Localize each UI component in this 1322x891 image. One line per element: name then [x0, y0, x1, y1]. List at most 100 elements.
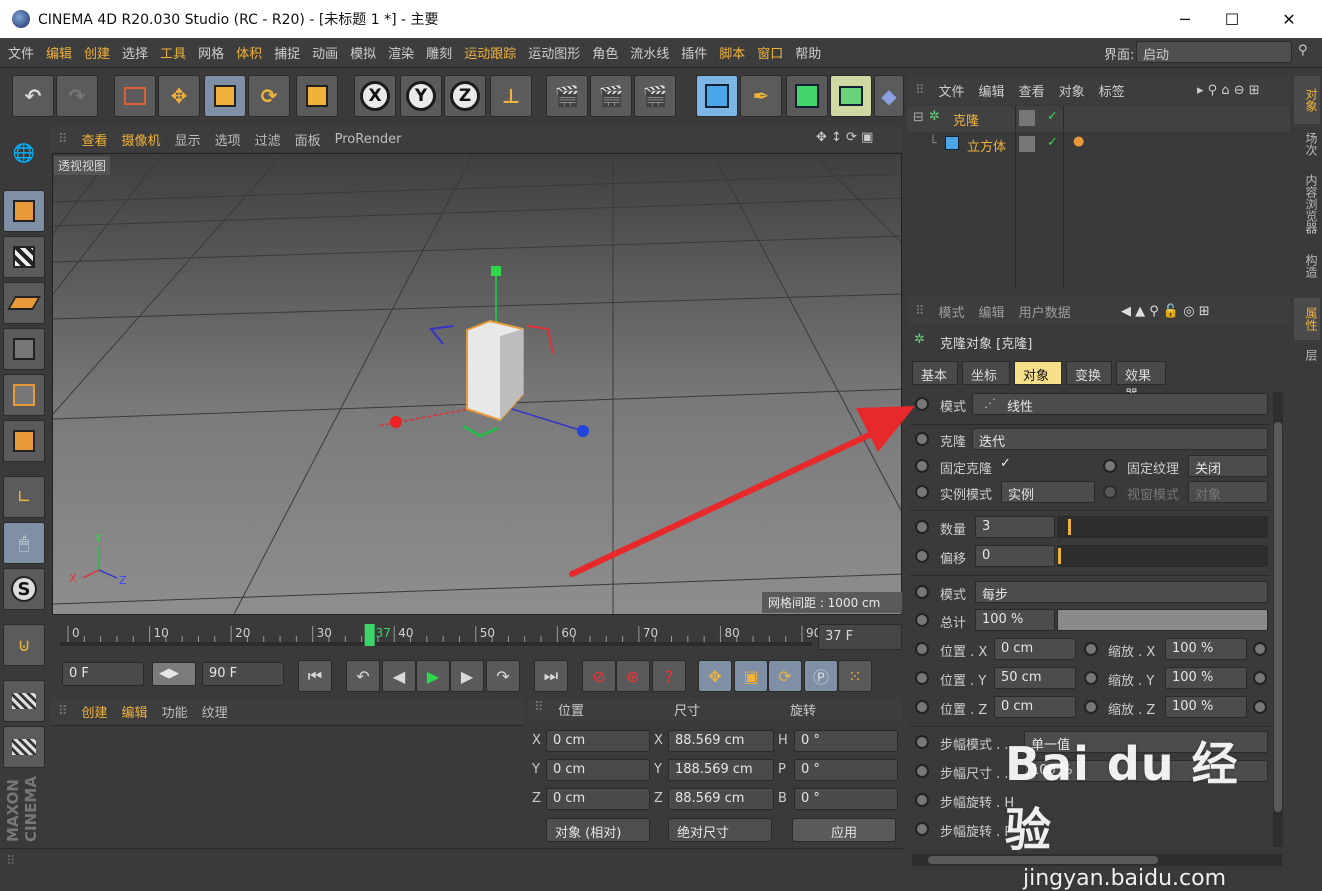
rotate-tool-icon[interactable]: ⟳ [248, 75, 290, 117]
count-field[interactable]: 3 [975, 516, 1055, 538]
size-mode-dropdown[interactable]: 绝对尺寸 [668, 818, 772, 842]
attr-menu-userdata[interactable]: 用户数据 [1019, 302, 1071, 321]
visibility-toggle[interactable] [1019, 136, 1035, 152]
enable-check-icon[interactable]: ✓ [1047, 135, 1058, 150]
scale-z-field[interactable]: 100 % [1165, 696, 1247, 718]
menu-help[interactable]: 帮助 [795, 43, 821, 62]
amount-slider[interactable] [1057, 609, 1268, 631]
menu-volume[interactable]: 体积 [236, 43, 262, 62]
current-frame-field[interactable]: 37 F [818, 624, 902, 650]
object-menu-file[interactable]: 文件 [939, 81, 965, 100]
material-list[interactable] [50, 725, 525, 845]
redo-button[interactable]: ↷ [56, 75, 98, 117]
menu-motion-tracking[interactable]: 运动跟踪 [464, 43, 516, 62]
end-frame-field[interactable]: 90 F [202, 662, 284, 686]
coord-mode-dropdown[interactable]: 对象 (相对) [546, 818, 650, 842]
menu-select[interactable]: 选择 [122, 43, 148, 62]
y-axis-handle-tip[interactable] [491, 266, 501, 276]
side-tab-layers[interactable]: 层 [1294, 340, 1320, 370]
size-z-field[interactable]: 88.569 cm [668, 788, 774, 810]
menu-file[interactable]: 文件 [8, 43, 34, 62]
subdivision-icon[interactable] [786, 75, 828, 117]
size-y-field[interactable]: 188.569 cm [668, 759, 774, 781]
material-tag-icon[interactable]: ● [1073, 134, 1084, 149]
attr-menu-edit[interactable]: 编辑 [979, 302, 1005, 321]
menu-render[interactable]: 渲染 [388, 43, 414, 62]
live-select-icon[interactable] [114, 75, 156, 117]
move-tool-icon[interactable]: ✥ [158, 75, 200, 117]
anim-radio[interactable] [915, 735, 929, 749]
anim-radio[interactable] [915, 485, 929, 499]
attr-nav-icons[interactable]: ◀ ▲ ⚲ 🔓 ◎ ⊞ [1121, 304, 1210, 319]
mode2-dropdown[interactable]: 每步 [975, 581, 1268, 603]
anim-radio[interactable] [915, 822, 929, 836]
menu-create[interactable]: 创建 [84, 43, 110, 62]
viewport-menu-view[interactable]: 查看 [82, 130, 108, 149]
apply-button[interactable]: 应用 [792, 818, 896, 842]
anim-radio[interactable] [1253, 671, 1267, 685]
workplane-lock-icon[interactable] [3, 680, 45, 722]
pos-z-attr-field[interactable]: 0 cm [994, 696, 1076, 718]
recent-tool-icon[interactable] [296, 75, 338, 117]
panel-grip-icon[interactable]: ⠿ [915, 304, 925, 319]
anim-radio[interactable] [915, 764, 929, 778]
amount-field[interactable]: 100 % [975, 609, 1055, 631]
goto-start-button[interactable]: ⏮ [298, 660, 332, 692]
viewport-mode-dropdown[interactable]: 对象 [1188, 481, 1268, 503]
pos-y-field[interactable]: 0 cm [546, 759, 650, 781]
pos-z-field[interactable]: 0 cm [546, 788, 650, 810]
pen-spline-icon[interactable]: ✒ [740, 75, 782, 117]
anim-radio[interactable] [915, 432, 929, 446]
scale-x-field[interactable]: 100 % [1165, 638, 1247, 660]
anim-radio[interactable] [1103, 485, 1117, 499]
material-menu-edit[interactable]: 编辑 [122, 702, 148, 721]
side-tab-objects[interactable]: 对象 [1294, 76, 1320, 124]
tweak-mode-icon[interactable]: 🖱 [3, 522, 45, 564]
menu-animate[interactable]: 动画 [312, 43, 338, 62]
pos-x-field[interactable]: 0 cm [546, 730, 650, 752]
rot-b-field[interactable]: 0 ° [794, 788, 898, 810]
x-axis-toggle[interactable]: X [354, 75, 396, 117]
play-button[interactable]: ▶ [416, 660, 450, 692]
cube-primitive-icon[interactable] [696, 75, 738, 117]
record-keys-button[interactable]: ⊘ [582, 660, 616, 692]
anim-radio[interactable] [915, 671, 929, 685]
rot-h-field[interactable]: 0 ° [794, 730, 898, 752]
tab-object[interactable]: 对象 [1014, 361, 1062, 385]
model-mode-icon[interactable] [3, 190, 45, 232]
key-pla-button[interactable]: ⁙ [838, 660, 872, 692]
scale-y-field[interactable]: 100 % [1165, 667, 1247, 689]
anim-radio[interactable] [1084, 642, 1098, 656]
attr-menu-mode[interactable]: 模式 [939, 302, 965, 321]
anim-radio[interactable] [915, 585, 929, 599]
object-row-cube[interactable]: └ 立方体 ✓ ● [907, 132, 1290, 158]
viewport-menu-cameras[interactable]: 摄像机 [122, 130, 161, 149]
tab-transform[interactable]: 变换 [1066, 361, 1112, 385]
anim-radio[interactable] [915, 700, 929, 714]
panel-grip-icon[interactable]: ⠿ [58, 132, 68, 147]
object-name-cube[interactable]: 立方体 [967, 136, 1006, 155]
fix-texture-dropdown[interactable]: 关闭 [1188, 455, 1268, 477]
goto-end-button[interactable]: ⏭ [534, 660, 568, 692]
anim-radio[interactable] [915, 459, 929, 473]
menu-mograph[interactable]: 运动图形 [528, 43, 580, 62]
points-mode-icon[interactable] [3, 328, 45, 370]
prev-key-button[interactable]: ↶ [346, 660, 380, 692]
solo-icon[interactable]: S [3, 568, 45, 610]
anim-radio[interactable] [915, 397, 929, 411]
object-menu-edit[interactable]: 编辑 [979, 81, 1005, 100]
instance-mode-dropdown[interactable]: 实例 [1001, 481, 1095, 503]
snap-magnet-icon[interactable]: ⊍ [3, 624, 45, 666]
x-axis-handle-tip[interactable] [390, 416, 402, 428]
playhead[interactable] [364, 624, 375, 646]
menu-snap[interactable]: 捕捉 [274, 43, 300, 62]
render-view-icon[interactable]: 🎬 [546, 75, 588, 117]
workplane-mode-icon[interactable] [3, 282, 45, 324]
viewport-menu-display[interactable]: 显示 [175, 130, 201, 149]
next-key-button[interactable]: ↷ [486, 660, 520, 692]
object-name-cloner[interactable]: 克隆 [953, 110, 979, 129]
render-settings-icon[interactable]: 🎬 [634, 75, 676, 117]
enable-check-icon[interactable]: ✓ [1047, 109, 1058, 124]
close-button[interactable]: ✕ [1262, 0, 1316, 38]
menu-window[interactable]: 窗口 [757, 43, 783, 62]
